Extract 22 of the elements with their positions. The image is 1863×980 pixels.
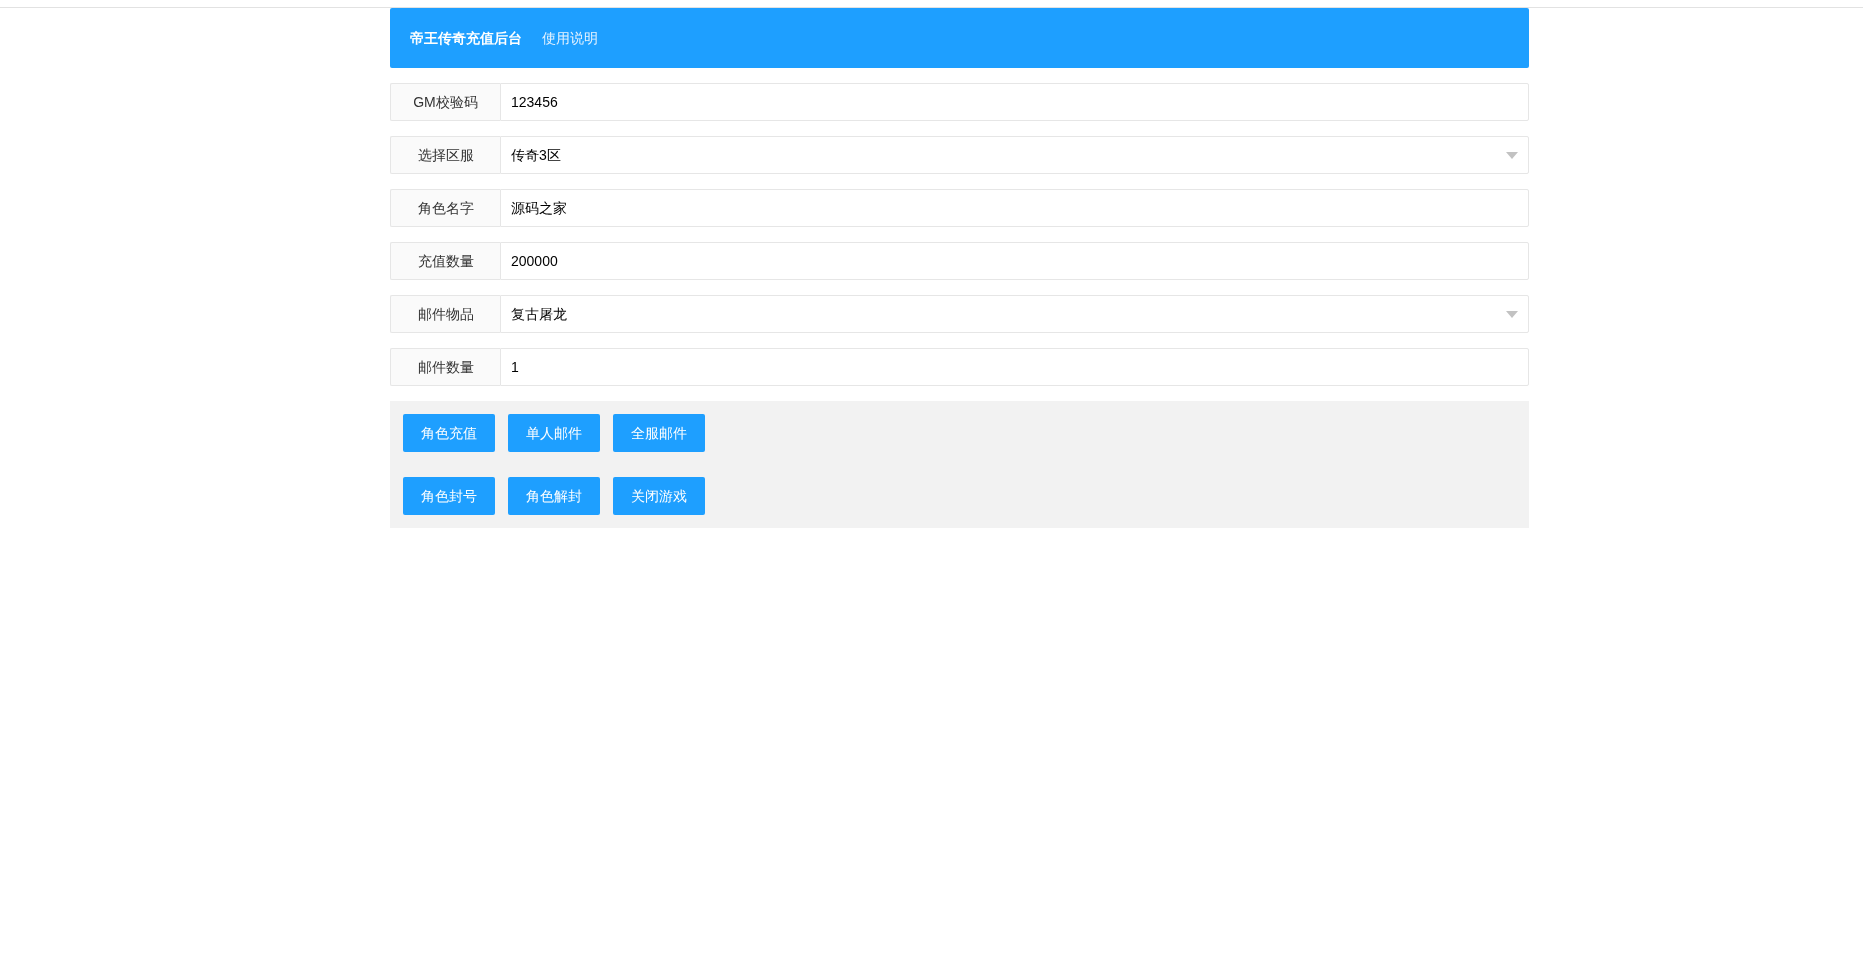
field-label: 充值数量 — [390, 242, 500, 280]
dropdown-caret-icon — [1506, 310, 1518, 318]
field-label: 邮件物品 — [390, 295, 500, 333]
action-button[interactable]: 全服邮件 — [613, 414, 705, 452]
input-field[interactable]: 123456 — [500, 83, 1529, 121]
input-field[interactable]: 1 — [500, 348, 1529, 386]
action-button[interactable]: 角色解封 — [508, 477, 600, 515]
action-button[interactable]: 角色充值 — [403, 414, 495, 452]
input-field[interactable]: 源码之家 — [500, 189, 1529, 227]
action-button[interactable]: 单人邮件 — [508, 414, 600, 452]
app-title: 帝王传奇充值后台 — [410, 28, 522, 48]
field-label: 角色名字 — [390, 189, 500, 227]
action-button[interactable]: 角色封号 — [403, 477, 495, 515]
dropdown-caret-icon — [1506, 151, 1518, 159]
action-button[interactable]: 关闭游戏 — [613, 477, 705, 515]
help-link[interactable]: 使用说明 — [542, 27, 598, 49]
field-label: 选择区服 — [390, 136, 500, 174]
select-field[interactable]: 传奇3区 — [500, 136, 1529, 174]
field-label: 邮件数量 — [390, 348, 500, 386]
select-field[interactable]: 复古屠龙 — [500, 295, 1529, 333]
field-label: GM校验码 — [390, 83, 500, 121]
input-field[interactable]: 200000 — [500, 242, 1529, 280]
